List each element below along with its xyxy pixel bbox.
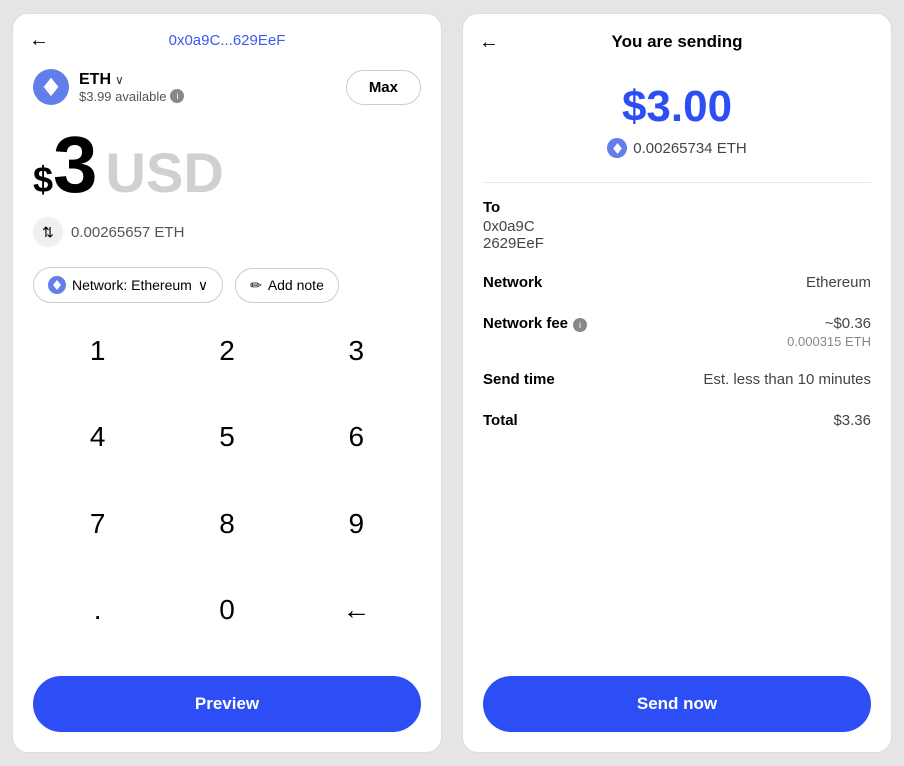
send-now-button[interactable]: Send now	[483, 676, 871, 732]
back-button-left[interactable]: ←	[29, 29, 49, 52]
key-4[interactable]: 4	[33, 405, 162, 469]
key-9[interactable]: 9	[292, 492, 421, 556]
token-info: ETH ∨ $3.99 available i	[33, 69, 184, 105]
token-balance: $3.99 available i	[79, 89, 184, 104]
fee-value-block: ~$0.36 0.000315 ETH	[787, 315, 871, 349]
to-address-line2: 2629EeF	[483, 235, 871, 252]
sending-eth-row: 0.00265734 ETH	[483, 138, 871, 158]
small-eth-icon	[607, 138, 627, 158]
total-label: Total	[483, 412, 518, 429]
send-time-row: Send time Est. less than 10 minutes	[483, 371, 871, 390]
details-section: To 0x0a9C 2629EeF Network Ethereum Netwo…	[463, 199, 891, 664]
divider	[483, 182, 871, 183]
eth-logo-icon	[33, 69, 69, 105]
amount-display: $ 3 USD	[13, 115, 441, 209]
dollar-sign: $	[33, 159, 53, 201]
fee-info-icon[interactable]: i	[573, 318, 587, 332]
to-label: To	[483, 199, 871, 216]
back-button-right[interactable]: ←	[479, 31, 499, 54]
token-name-row[interactable]: ETH ∨	[79, 71, 184, 89]
key-1[interactable]: 1	[33, 319, 162, 383]
send-time-value: Est. less than 10 minutes	[703, 371, 871, 388]
add-note-label: Add note	[268, 277, 324, 293]
network-eth-icon	[48, 276, 66, 294]
token-symbol: ETH	[79, 71, 111, 89]
confirm-screen: ← You are sending $3.00 0.00265734 ETH T…	[462, 13, 892, 753]
wallet-address[interactable]: 0x0a9C...629EeF	[169, 32, 286, 49]
numpad: 1 2 3 4 5 6 7 8 9 . 0 ←	[13, 319, 441, 664]
network-detail-label: Network	[483, 274, 542, 291]
key-8[interactable]: 8	[162, 492, 291, 556]
info-icon[interactable]: i	[170, 89, 184, 103]
key-backspace[interactable]: ←	[292, 578, 421, 642]
key-decimal[interactable]: .	[33, 578, 162, 642]
token-name-block: ETH ∨ $3.99 available i	[79, 71, 184, 104]
confirm-title: You are sending	[612, 32, 743, 52]
preview-button[interactable]: Preview	[33, 676, 421, 732]
top-bar-right: ← You are sending	[463, 14, 891, 62]
fee-eth: 0.000315 ETH	[787, 334, 871, 349]
network-detail-value: Ethereum	[806, 274, 871, 291]
send-screen: ← 0x0a9C...629EeF ETH ∨ $3.99 available …	[12, 13, 442, 753]
network-chevron-icon: ∨	[198, 277, 208, 294]
key-6[interactable]: 6	[292, 405, 421, 469]
network-label: Network: Ethereum	[72, 277, 192, 293]
key-2[interactable]: 2	[162, 319, 291, 383]
key-5[interactable]: 5	[162, 405, 291, 469]
network-selector[interactable]: Network: Ethereum ∨	[33, 267, 223, 303]
sending-amount-block: $3.00 0.00265734 ETH	[463, 62, 891, 166]
to-row: To 0x0a9C 2629EeF	[483, 199, 871, 252]
eth-equiv-text: 0.00265657 ETH	[71, 224, 184, 241]
amount-number: 3	[53, 125, 98, 205]
sending-usd-amount: $3.00	[483, 82, 871, 132]
swap-currency-button[interactable]: ⇅	[33, 217, 63, 247]
chevron-down-icon: ∨	[115, 73, 124, 87]
options-row: Network: Ethereum ∨ ✏ Add note	[13, 259, 441, 319]
sending-eth-amount: 0.00265734 ETH	[633, 140, 746, 157]
key-7[interactable]: 7	[33, 492, 162, 556]
fee-label-block: Network fee i	[483, 315, 587, 334]
add-note-button[interactable]: ✏ Add note	[235, 268, 339, 303]
currency-label: USD	[106, 140, 224, 205]
top-bar-left: ← 0x0a9C...629EeF	[13, 14, 441, 59]
key-0[interactable]: 0	[162, 578, 291, 642]
fee-usd: ~$0.36	[787, 315, 871, 332]
key-3[interactable]: 3	[292, 319, 421, 383]
balance-text: $3.99 available	[79, 89, 166, 104]
fee-row: Network fee i ~$0.36 0.000315 ETH	[483, 315, 871, 349]
send-time-label: Send time	[483, 371, 555, 388]
total-row: Total $3.36	[483, 412, 871, 431]
network-row: Network Ethereum	[483, 274, 871, 293]
token-selector-row: ETH ∨ $3.99 available i Max	[13, 59, 441, 115]
max-button[interactable]: Max	[346, 70, 421, 105]
eth-equivalent-row: ⇅ 0.00265657 ETH	[13, 209, 441, 259]
fee-label: Network fee	[483, 315, 568, 332]
total-value: $3.36	[833, 412, 871, 429]
pencil-icon: ✏	[250, 277, 262, 294]
to-address-line1: 0x0a9C	[483, 218, 871, 235]
